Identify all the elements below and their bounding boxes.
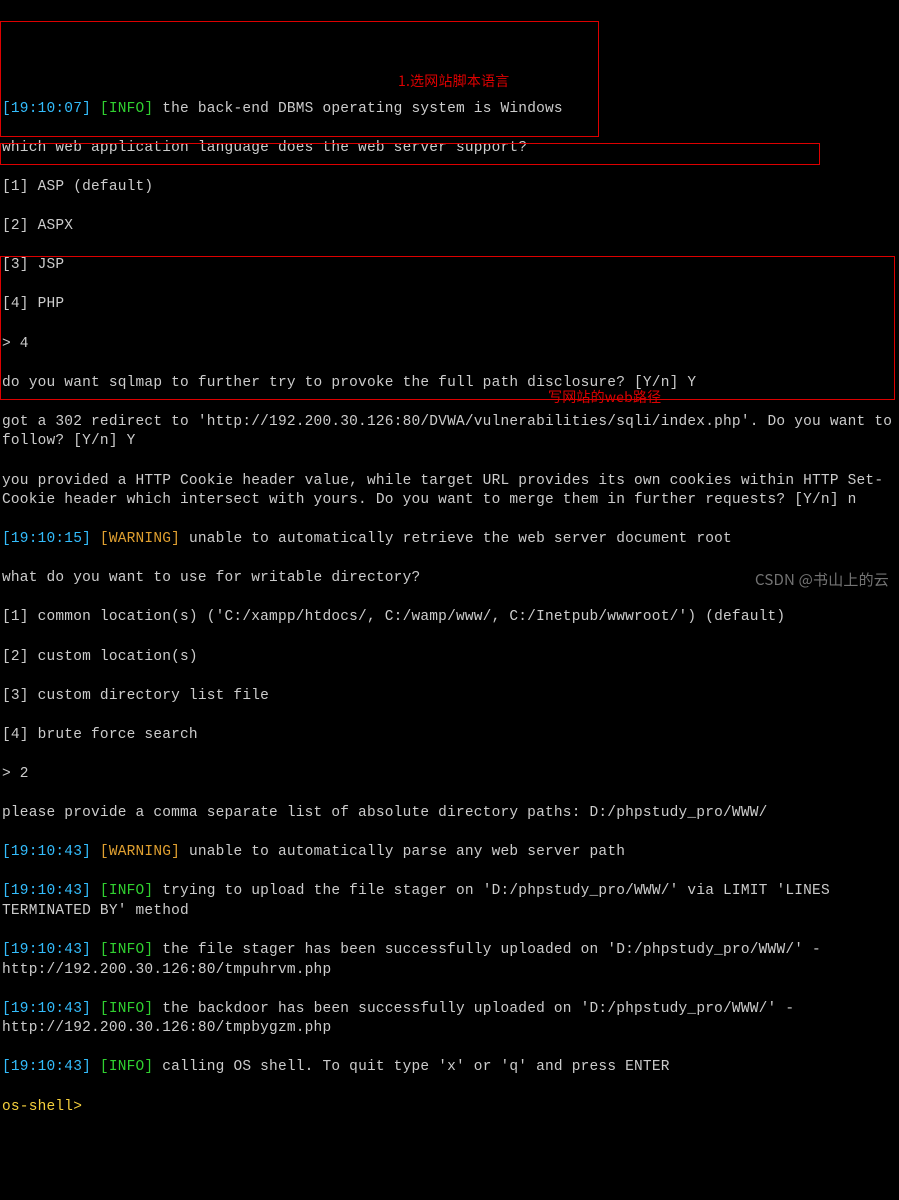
timestamp: [19:10:43] [2,1001,91,1017]
log-line: [19:10:43] [INFO] trying to upload the f… [2,882,897,921]
log-text: the back-end DBMS operating system is Wi… [153,101,562,117]
menu-option: [2] custom location(s) [2,648,897,668]
log-text: calling OS shell. To quit type 'x' or 'q… [153,1059,669,1075]
timestamp: [19:10:43] [2,844,91,860]
menu-option: [4] PHP [2,295,897,315]
shell-prompt[interactable]: os-shell> [2,1098,897,1118]
log-line: [19:10:43] [INFO] calling OS shell. To q… [2,1058,897,1078]
level-warning: [WARNING] [100,531,180,547]
timestamp: [19:10:43] [2,1059,91,1075]
level-info: [INFO] [100,1001,153,1017]
menu-option: [4] brute force search [2,726,897,746]
user-input[interactable]: > 2 [2,765,897,785]
prompt-question[interactable]: you provided a HTTP Cookie header value,… [2,472,897,511]
timestamp: [19:10:43] [2,883,91,899]
menu-option: [3] custom directory list file [2,687,897,707]
log-line: [19:10:43] [INFO] the file stager has be… [2,941,897,980]
level-info: [INFO] [100,942,153,958]
timestamp: [19:10:15] [2,531,91,547]
log-text: unable to automatically parse any web se… [180,844,625,860]
prompt-question[interactable]: do you want sqlmap to further try to pro… [2,374,897,394]
level-warning: [WARNING] [100,844,180,860]
prompt-question: which web application language does the … [2,139,897,159]
prompt-question[interactable]: got a 302 redirect to 'http://192.200.30… [2,413,897,452]
level-info: [INFO] [100,101,153,117]
menu-option: [3] JSP [2,256,897,276]
terminal-output[interactable]: [19:10:07] [INFO] the back-end DBMS oper… [0,78,899,1138]
log-line: [19:10:07] [INFO] the back-end DBMS oper… [2,100,897,120]
menu-option: [1] common location(s) ('C:/xampp/htdocs… [2,608,897,628]
log-line: [19:10:43] [WARNING] unable to automatic… [2,843,897,863]
menu-option: [2] ASPX [2,217,897,237]
timestamp: [19:10:07] [2,101,91,117]
user-input[interactable]: > 4 [2,335,897,355]
timestamp: [19:10:43] [2,942,91,958]
prompt-question[interactable]: please provide a comma separate list of … [2,804,897,824]
log-line: [19:10:43] [INFO] the backdoor has been … [2,1000,897,1039]
level-info: [INFO] [100,883,153,899]
level-info: [INFO] [100,1059,153,1075]
log-line: [19:10:15] [WARNING] unable to automatic… [2,530,897,550]
log-text: unable to automatically retrieve the web… [180,531,732,547]
prompt-question: what do you want to use for writable dir… [2,569,897,589]
menu-option: [1] ASP (default) [2,178,897,198]
